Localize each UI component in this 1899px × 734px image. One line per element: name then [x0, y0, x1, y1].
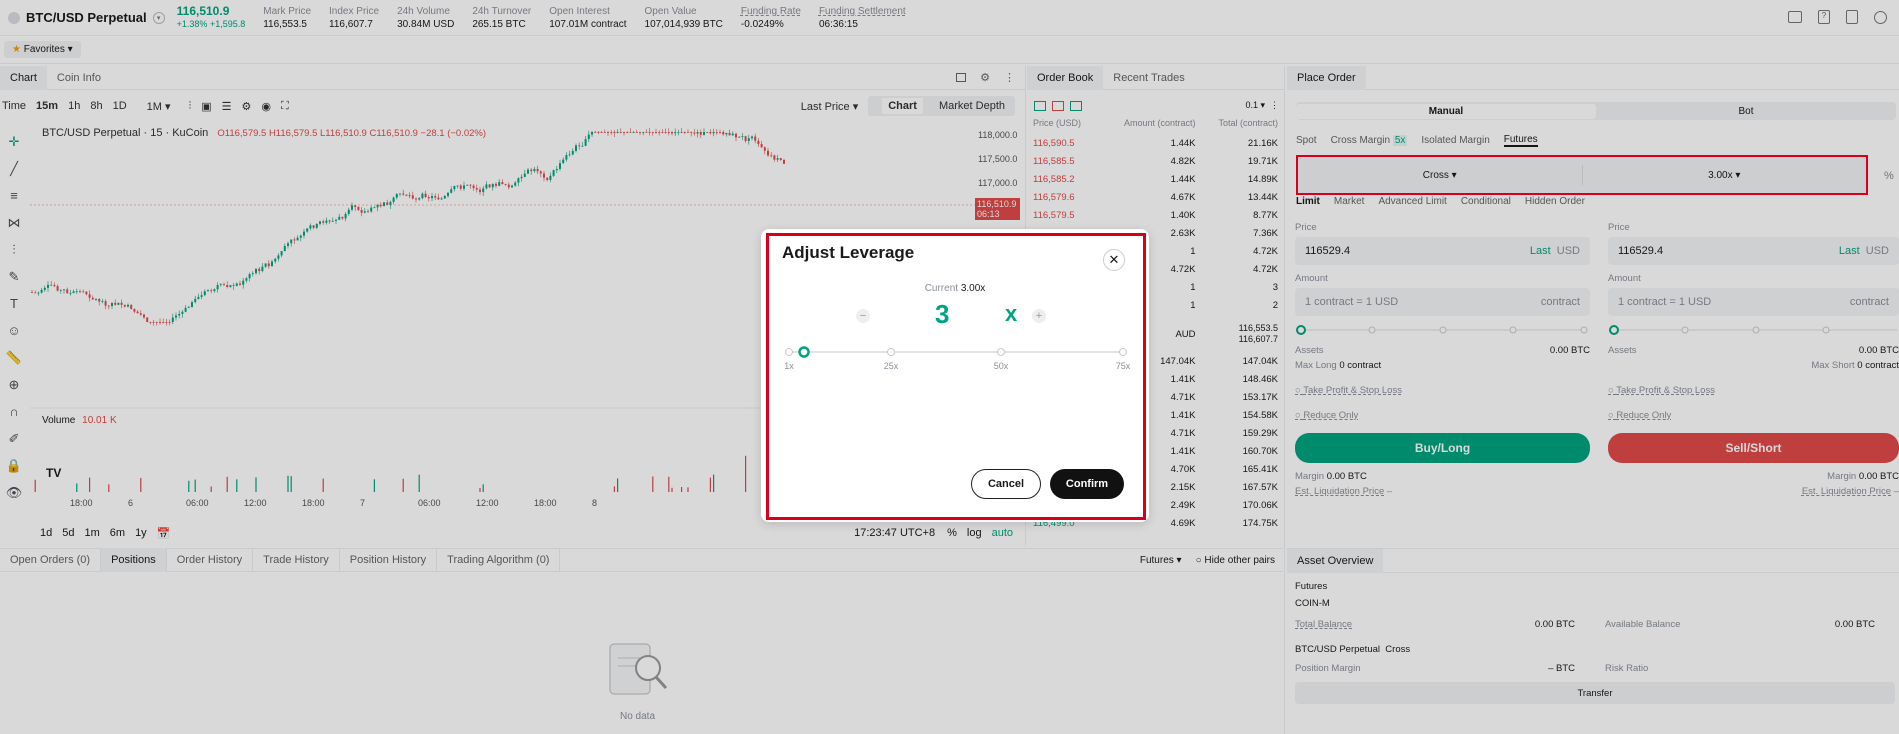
highlight-modal — [766, 233, 1146, 520]
highlight-leverage-bar — [1296, 155, 1868, 195]
